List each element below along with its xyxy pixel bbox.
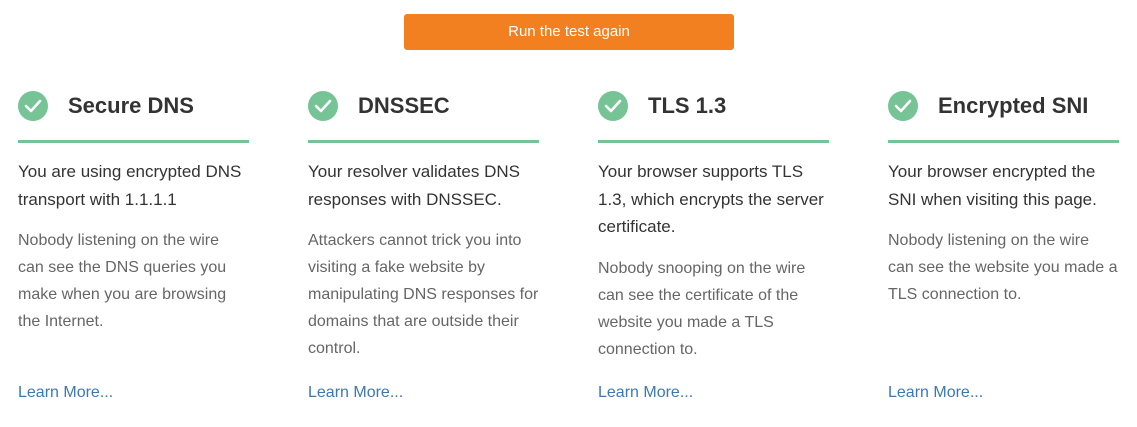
status-text: Your resolver validates DNS responses wi… — [308, 162, 520, 209]
card-title: TLS 1.3 — [648, 93, 727, 118]
card-title: Secure DNS — [68, 93, 194, 118]
card-title: DNSSEC — [358, 93, 450, 118]
learn-more-link-dnssec[interactable]: Learn More... — [308, 381, 403, 405]
check-circle-icon — [18, 91, 48, 121]
divider — [308, 140, 539, 143]
check-circle-icon — [888, 91, 918, 121]
card-header: Secure DNS — [18, 88, 249, 124]
status-text: Your browser encrypted the SNI when visi… — [888, 162, 1097, 209]
card-header: TLS 1.3 — [598, 88, 829, 124]
detail-text: Attackers cannot trick you into visiting… — [308, 232, 539, 357]
card-dnssec: DNSSEC Your resolver validates DNS respo… — [308, 88, 539, 362]
detail-text: Nobody snooping on the wire can see the … — [598, 259, 806, 358]
learn-more-link-secure-dns[interactable]: Learn More... — [18, 381, 113, 405]
card-title: Encrypted SNI — [938, 93, 1089, 118]
card-secure-dns: Secure DNS You are using encrypted DNS t… — [18, 88, 249, 335]
card-header: DNSSEC — [308, 88, 539, 124]
detail-text: Nobody listening on the wire can see the… — [888, 232, 1118, 303]
card-header: Encrypted SNI — [888, 88, 1119, 124]
status-text: Your browser supports TLS 1.3, which enc… — [598, 162, 824, 236]
learn-more-link-encrypted-sni[interactable]: Learn More... — [888, 381, 983, 405]
divider — [598, 140, 829, 143]
status-text: You are using encrypted DNS transport wi… — [18, 162, 242, 209]
divider — [18, 140, 249, 143]
card-tls-1-3: TLS 1.3 Your browser supports TLS 1.3, w… — [598, 88, 829, 363]
divider — [888, 140, 1119, 143]
learn-more-link-tls[interactable]: Learn More... — [598, 381, 693, 405]
detail-text: Nobody listening on the wire can see the… — [18, 232, 227, 330]
check-circle-icon — [308, 91, 338, 121]
card-encrypted-sni: Encrypted SNI Your browser encrypted the… — [888, 88, 1119, 308]
run-test-again-button[interactable]: Run the test again — [404, 14, 734, 50]
check-circle-icon — [598, 91, 628, 121]
